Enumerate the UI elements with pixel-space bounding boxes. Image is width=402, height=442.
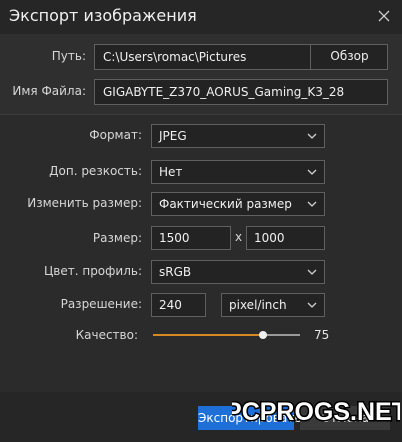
size-label: Размер: [92, 231, 142, 245]
chevron-down-icon [307, 169, 317, 175]
chevron-down-icon [307, 302, 317, 308]
path-label: Путь: [51, 49, 86, 63]
color-profile-label: Цвет. профиль: [43, 264, 142, 278]
size-separator: x [235, 230, 243, 244]
dialog-title: Экспорт изображения [9, 6, 197, 25]
file-name-label: Имя Файла: [12, 84, 86, 98]
watermark-logo: PCPROGS.NET [232, 397, 400, 428]
width-input[interactable]: 1500 [151, 226, 231, 250]
resize-label: Изменить размер: [27, 196, 142, 210]
title-bar: Экспорт изображения [0, 0, 402, 34]
file-name-input[interactable]: GIGABYTE_Z370_AORUS_Gaming_K3_28 [94, 79, 388, 105]
chevron-down-icon [307, 201, 317, 207]
resize-value: Фактический размер [159, 197, 292, 211]
resolution-unit-value: pixel/inch [229, 298, 287, 312]
close-icon[interactable] [376, 8, 392, 24]
format-select[interactable]: JPEG [151, 124, 325, 148]
quality-slider-thumb[interactable] [259, 331, 268, 339]
sharpness-value: Нет [159, 165, 183, 179]
width-value: 1500 [159, 231, 190, 245]
resolution-label: Разрешение: [60, 297, 142, 311]
sharpness-select[interactable]: Нет [151, 160, 325, 184]
quality-slider[interactable] [153, 331, 300, 339]
chevron-down-icon [307, 133, 317, 139]
browse-button[interactable]: Обзор [310, 44, 388, 70]
format-label: Формат: [89, 128, 142, 142]
height-value: 1000 [254, 231, 285, 245]
chevron-down-icon [307, 269, 317, 275]
resize-select[interactable]: Фактический размер [151, 192, 325, 216]
path-value: C:\Users\romac\Pictures [103, 50, 247, 64]
file-name-value: GIGABYTE_Z370_AORUS_Gaming_K3_28 [103, 85, 345, 99]
quality-slider-fill [153, 334, 264, 336]
color-profile-select[interactable]: sRGB [151, 260, 325, 284]
quality-value: 75 [314, 328, 330, 342]
height-input[interactable]: 1000 [246, 226, 325, 250]
sharpness-label: Доп. резкость: [49, 164, 142, 178]
section-divider [0, 114, 402, 115]
color-profile-value: sRGB [159, 265, 192, 279]
resolution-value: 240 [159, 298, 182, 312]
quality-label: Качество: [75, 328, 138, 342]
resolution-unit-select[interactable]: pixel/inch [221, 293, 325, 317]
resolution-input[interactable]: 240 [151, 293, 206, 317]
format-value: JPEG [159, 129, 187, 143]
watermark-text: PCPROGS.NET [232, 398, 400, 426]
